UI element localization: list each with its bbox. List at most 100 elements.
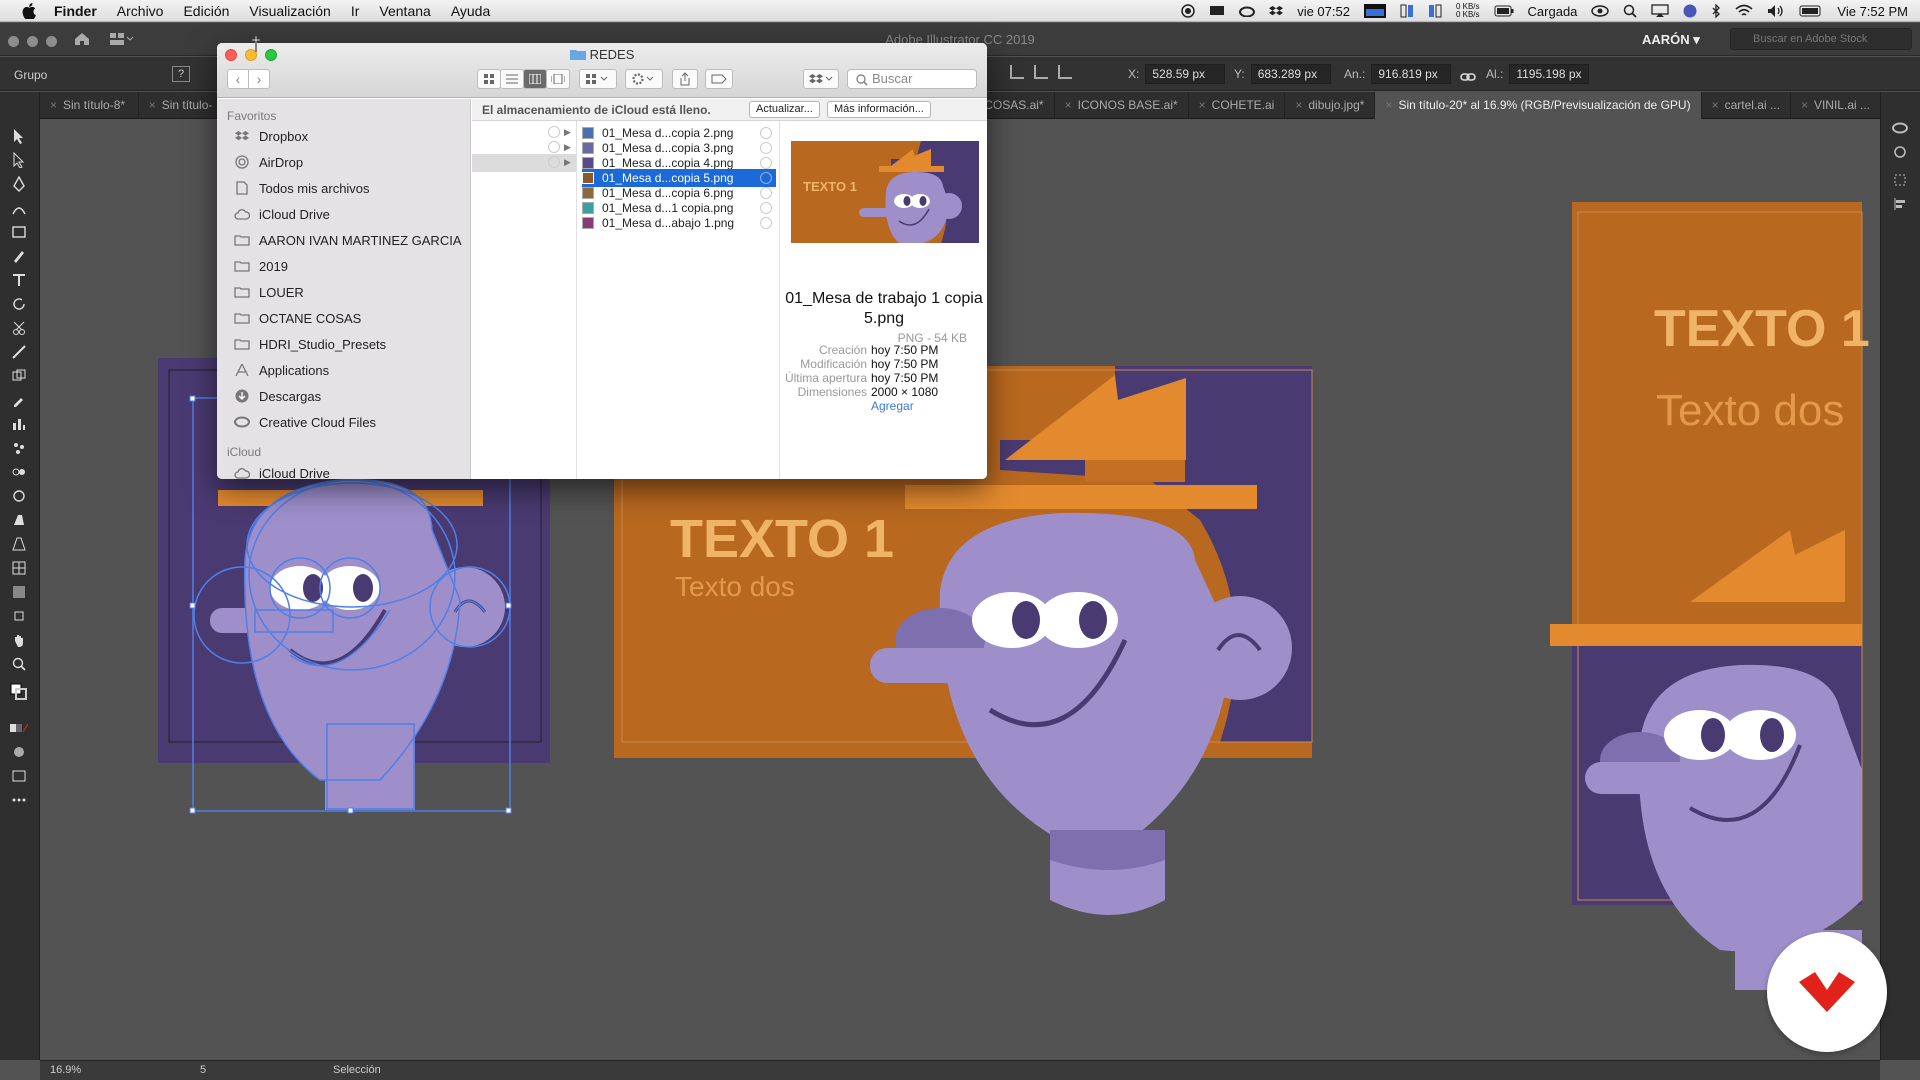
battery-status-icon[interactable] <box>1799 5 1823 17</box>
menu-ayuda[interactable]: Ayuda <box>451 3 490 19</box>
battery-label[interactable]: Cargada <box>1528 4 1578 19</box>
properties-panel-icon[interactable] <box>1891 144 1909 160</box>
y-input[interactable]: 683.289 px <box>1250 64 1331 84</box>
zoom-tool-icon[interactable] <box>10 656 28 672</box>
eye-icon[interactable] <box>1591 4 1610 18</box>
artboard-number[interactable]: 5 <box>200 1064 206 1076</box>
bluetooth-icon[interactable] <box>1711 4 1721 18</box>
graph-tool-icon[interactable] <box>10 416 28 432</box>
close-tab-icon[interactable]: × <box>1712 98 1719 112</box>
group-button[interactable] <box>579 69 617 89</box>
rotate-tool-icon[interactable] <box>10 296 28 312</box>
info-icon[interactable] <box>548 156 560 168</box>
symbol-sprayer-tool-icon[interactable] <box>10 440 28 456</box>
drawing-mode-icon[interactable] <box>10 744 28 760</box>
disclosure-arrow-icon[interactable]: ▶ <box>564 127 571 138</box>
info-icon[interactable] <box>760 217 772 229</box>
align-middle-icon[interactable] <box>1034 65 1048 79</box>
disclosure-arrow-icon[interactable]: ▶ <box>564 142 571 153</box>
sidebar-item-descargas[interactable]: Descargas <box>233 386 321 406</box>
sidebar-item-icloud-drive[interactable]: iCloud Drive <box>233 204 330 224</box>
tab-sin-titulo-8[interactable]: × Sin título-8* <box>40 92 139 119</box>
spotlight-icon[interactable] <box>1623 4 1638 18</box>
sidebar-item-octane-cosas[interactable]: OCTANE COSAS <box>233 308 361 328</box>
icon-view-button[interactable] <box>477 69 501 89</box>
update-button[interactable]: Actualizar... <box>749 101 820 118</box>
selection-tool-icon[interactable] <box>10 128 28 144</box>
mesh-tool-icon[interactable] <box>10 560 28 576</box>
transform-panel-icon[interactable] <box>1891 172 1909 188</box>
dropbox-menu-icon[interactable] <box>1269 5 1284 17</box>
tab-iconos-base[interactable]: × ICONOS BASE.ai* <box>1055 92 1189 119</box>
tab-vinil[interactable]: × VINIL.ai ... <box>1791 92 1880 119</box>
airplay-icon[interactable] <box>1651 4 1670 18</box>
display-icon[interactable] <box>1209 5 1225 17</box>
disclosure-arrow-icon[interactable]: ▶ <box>564 157 571 168</box>
gallery-view-button[interactable] <box>546 69 570 89</box>
zoom-level[interactable]: 16.9% <box>50 1064 81 1076</box>
menu-edicion[interactable]: Edición <box>183 3 229 19</box>
disk-icon[interactable] <box>1428 4 1442 18</box>
forward-button[interactable]: › <box>248 69 270 89</box>
color-mode-icon[interactable] <box>10 720 28 736</box>
fill-stroke-icon[interactable] <box>10 683 28 700</box>
tab-dibujo[interactable]: × dibujo.jpg* <box>1285 92 1376 119</box>
width-input[interactable]: 916.819 px <box>1371 64 1452 84</box>
constrain-proportions-icon[interactable] <box>1460 66 1476 88</box>
direct-selection-tool-icon[interactable] <box>10 152 28 168</box>
info-icon[interactable] <box>760 142 772 154</box>
live-paint-tool-icon[interactable] <box>10 512 28 528</box>
sidebar-item-airdrop[interactable]: AirDrop <box>233 152 303 172</box>
pen-tool-icon[interactable] <box>10 176 28 192</box>
info-icon[interactable] <box>548 126 560 138</box>
dropbox-toolbar-button[interactable] <box>803 69 839 89</box>
scissors-tool-icon[interactable] <box>10 320 28 336</box>
help-icon[interactable]: ? <box>172 66 190 82</box>
align-top-icon[interactable] <box>1010 65 1024 79</box>
list-item[interactable]: 01_Mesa d...abajo 1.png <box>582 214 776 232</box>
menu-ventana[interactable]: Ventana <box>379 3 430 19</box>
apple-menu-icon[interactable] <box>18 2 40 19</box>
align-panel-icon[interactable] <box>1891 196 1909 212</box>
x-input[interactable]: 528.59 px <box>1145 64 1226 84</box>
type-tool-icon[interactable] <box>10 272 28 288</box>
shape-builder-tool-icon[interactable] <box>10 368 28 384</box>
info-icon[interactable] <box>548 141 560 153</box>
curvature-tool-icon[interactable] <box>10 200 28 216</box>
info-icon[interactable] <box>760 127 772 139</box>
close-tab-icon[interactable]: × <box>149 98 156 112</box>
align-bottom-icon[interactable] <box>1058 65 1072 79</box>
cpu-graph-icon[interactable] <box>1363 4 1386 18</box>
info-icon[interactable] <box>760 187 772 199</box>
menu-archivo[interactable]: Archivo <box>117 3 164 19</box>
sidebar-item-applications[interactable]: Applications <box>233 360 329 380</box>
menu-ir[interactable]: Ir <box>351 3 360 19</box>
menu-visualizacion[interactable]: Visualización <box>249 3 330 19</box>
height-input[interactable]: 1195.198 px <box>1509 64 1590 84</box>
share-button[interactable] <box>672 69 698 89</box>
list-view-button[interactable] <box>500 69 524 89</box>
siri-icon[interactable] <box>1683 4 1697 18</box>
close-tab-icon[interactable]: × <box>1295 98 1302 112</box>
sidebar-item-hdri-presets[interactable]: HDRI_Studio_Presets <box>233 334 386 354</box>
status-mode[interactable]: Selección <box>333 1064 381 1076</box>
sidebar-item-louer[interactable]: LOUER <box>233 282 304 302</box>
tags-button[interactable] <box>705 69 733 89</box>
screen-mode-icon[interactable] <box>10 768 28 784</box>
perspective-tool-icon[interactable] <box>10 536 28 552</box>
close-tab-icon[interactable]: × <box>1065 98 1072 112</box>
more-tools-icon[interactable] <box>10 792 28 808</box>
close-tab-icon[interactable]: × <box>1199 98 1206 112</box>
info-icon[interactable] <box>760 202 772 214</box>
warp-tool-icon[interactable] <box>10 488 28 504</box>
width-tool-icon[interactable] <box>10 344 28 360</box>
menubar-clock[interactable]: Vie 7:52 PM <box>1837 4 1908 19</box>
tab-sin-titulo-20[interactable]: × Sin título-20* al 16.9% (RGB/Previsuali… <box>1375 92 1702 119</box>
back-button[interactable]: ‹ <box>227 69 249 89</box>
volume-icon[interactable] <box>1767 4 1785 18</box>
tab-cartel[interactable]: × cartel.ai ... <box>1702 92 1791 119</box>
blend-tool-icon[interactable] <box>10 464 28 480</box>
sidebar-item-2019[interactable]: 2019 <box>233 256 288 276</box>
tab-cohete[interactable]: × COHETE.ai <box>1189 92 1286 119</box>
stock-search-input[interactable]: Buscar en Adobe Stock <box>1730 28 1912 50</box>
